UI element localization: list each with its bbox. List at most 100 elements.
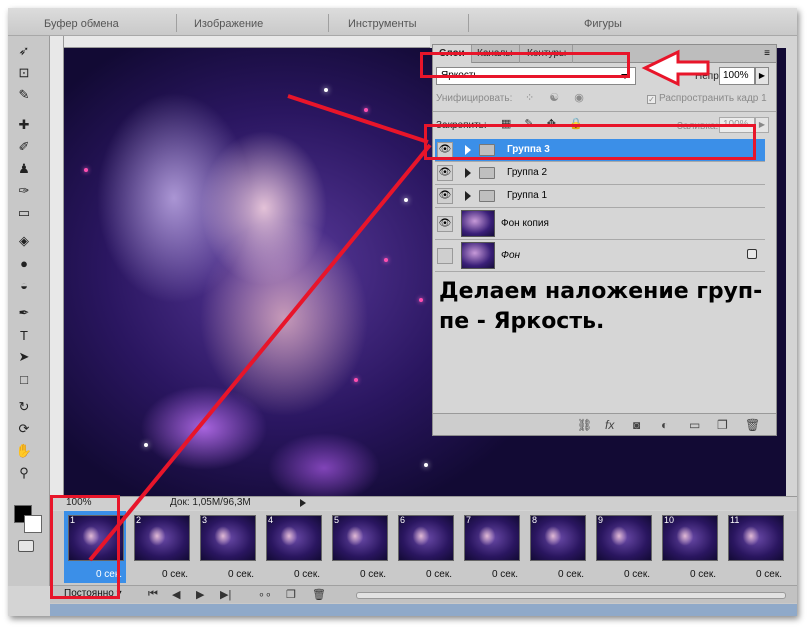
timeline-frame[interactable]: 8 0 сек. — [526, 511, 588, 583]
expand-triangle-icon[interactable] — [465, 168, 471, 178]
unify-icons[interactable]: ⁘ ☯ ◉ — [525, 91, 590, 104]
tween-icon[interactable]: ∘∘ — [258, 588, 272, 601]
layer-row-background-copy[interactable]: 👁 Фон копия — [435, 208, 765, 240]
sparkle — [84, 168, 88, 172]
crop-tool-icon[interactable]: ⊡ — [14, 64, 34, 82]
fill-slider-button[interactable]: ▶ — [755, 117, 769, 133]
new-layer-icon[interactable]: ❐ — [717, 418, 728, 432]
document-size: Док: 1,05M/96,3M — [170, 497, 251, 508]
sparkle — [419, 298, 423, 302]
eye-icon[interactable]: 👁 — [437, 165, 453, 181]
type-tool-icon[interactable]: T — [14, 326, 34, 344]
sparkle — [404, 198, 408, 202]
opacity-label: Непр — [695, 71, 719, 82]
eyedropper-tool-icon[interactable]: ✎ — [14, 86, 34, 104]
next-frame-icon[interactable]: ▶| — [220, 588, 231, 601]
shape-tool-icon[interactable]: □ — [14, 370, 34, 388]
frame-duration[interactable]: 0 сек. — [426, 569, 452, 580]
layer-name: Группа 2 — [507, 167, 548, 178]
eye-icon[interactable]: 👁 — [437, 188, 453, 204]
status-menu-arrow-icon[interactable] — [300, 499, 306, 507]
brush-tool-icon[interactable]: ✐ — [14, 138, 34, 156]
frame-duration[interactable]: 0 сек. — [162, 569, 188, 580]
sparkle — [324, 88, 328, 92]
propagate-frame-checkbox[interactable]: ✓ Распространить кадр 1 — [647, 93, 767, 104]
frame-duration[interactable]: 0 сек. — [756, 569, 782, 580]
expand-triangle-icon[interactable] — [465, 191, 471, 201]
eye-icon[interactable]: 👁 — [437, 216, 453, 232]
layer-row-group-2[interactable]: 👁 Группа 2 — [435, 162, 765, 185]
opacity-input[interactable]: 100% — [719, 67, 755, 85]
prev-frame-icon[interactable]: ◀ — [172, 588, 180, 601]
timeline-frame[interactable]: 10 0 сек. — [658, 511, 720, 583]
annotation-box-frame-1 — [50, 495, 120, 599]
frame-thumbnail — [530, 515, 586, 561]
paint-bucket-icon[interactable]: ◈ — [14, 232, 34, 250]
blur-tool-icon[interactable]: ● — [14, 254, 34, 272]
panel-tools-label: Инструменты — [348, 18, 417, 30]
timeline-frame[interactable]: 7 0 сек. — [460, 511, 522, 583]
adjustment-icon[interactable]: ◐ — [661, 418, 668, 432]
trash-icon[interactable]: 🗑 — [312, 588, 326, 601]
timeline-frame[interactable]: 11 0 сек. — [724, 511, 786, 583]
hand-tool-icon[interactable]: ✋ — [14, 442, 34, 460]
frame-duration[interactable]: 0 сек. — [294, 569, 320, 580]
history-brush-icon[interactable]: ✑ — [14, 182, 34, 200]
sparkle — [384, 258, 388, 262]
unify-label: Унифицировать: — [436, 93, 513, 104]
frame-thumbnail — [200, 515, 256, 561]
timeline-scrollbar[interactable] — [356, 592, 786, 599]
3d-rotate-icon[interactable]: ↻ — [14, 398, 34, 416]
annotation-box-group-3 — [424, 124, 756, 160]
healing-tool-icon[interactable]: ✚ — [14, 116, 34, 134]
play-icon[interactable]: ▶ — [196, 588, 204, 601]
opacity-slider-button[interactable]: ▶ — [755, 67, 769, 85]
eye-off-icon[interactable] — [437, 248, 453, 264]
divider — [433, 111, 776, 112]
panel-clipboard-label: Буфер обмена — [44, 18, 119, 30]
frame-thumbnail — [134, 515, 190, 561]
folder-icon — [479, 167, 495, 179]
new-group-icon[interactable]: ▭ — [689, 418, 700, 432]
quick-mask-button[interactable] — [18, 540, 34, 552]
timeline-frame[interactable]: 9 0 сек. — [592, 511, 654, 583]
frame-duration[interactable]: 0 сек. — [690, 569, 716, 580]
frame-duration[interactable]: 0 сек. — [492, 569, 518, 580]
sparkle — [144, 443, 148, 447]
layer-row-group-1[interactable]: 👁 Группа 1 — [435, 185, 765, 208]
link-icon[interactable]: ⛓ — [577, 418, 592, 432]
frame-duration[interactable]: 0 сек. — [624, 569, 650, 580]
background-color-swatch[interactable] — [24, 515, 42, 533]
frame-number: 4 — [268, 515, 274, 525]
frame-duration[interactable]: 0 сек. — [228, 569, 254, 580]
layer-row-background[interactable]: Фон — [435, 240, 765, 272]
timeline-frame[interactable]: 2 0 сек. — [130, 511, 192, 583]
zoom-tool-icon[interactable]: ⚲ — [14, 464, 34, 482]
fx-icon[interactable]: fx — [605, 418, 614, 432]
timeline-frame[interactable]: 3 0 сек. — [196, 511, 258, 583]
frame-thumbnail — [464, 515, 520, 561]
first-frame-icon[interactable]: ⏮ — [148, 588, 158, 601]
frame-number: 5 — [334, 515, 340, 525]
duplicate-frame-icon[interactable]: ❐ — [286, 588, 296, 601]
pen-tool-icon[interactable]: ✒ — [14, 304, 34, 322]
timeline-frame[interactable]: 6 0 сек. — [394, 511, 456, 583]
path-select-icon[interactable]: ➤ — [14, 348, 34, 366]
trash-icon[interactable]: 🗑 — [745, 418, 760, 432]
dodge-tool-icon[interactable]: ◒ — [14, 276, 34, 294]
layers-panel-footer: ⛓ fx ◙ ◐ ▭ ❐ 🗑 — [433, 413, 776, 435]
3d-orbit-icon[interactable]: ⟳ — [14, 420, 34, 438]
eraser-tool-icon[interactable]: ▭ — [14, 204, 34, 222]
timeline-controls: Постоянно ▾ ⏮ ◀ ▶ ▶| ∘∘ ❐ 🗑 — [50, 585, 797, 603]
timeline-frame[interactable]: 5 0 сек. — [328, 511, 390, 583]
frame-duration[interactable]: 0 сек. — [360, 569, 386, 580]
panel-menu-icon[interactable]: ≡ — [764, 48, 770, 59]
mask-icon[interactable]: ◙ — [633, 418, 640, 432]
propagate-label: Распространить кадр 1 — [659, 93, 767, 104]
lasso-tool-icon[interactable]: ➶ — [14, 42, 34, 60]
frame-duration[interactable]: 0 сек. — [558, 569, 584, 580]
panel-separator — [328, 14, 329, 32]
stamp-tool-icon[interactable]: ♟ — [14, 160, 34, 178]
timeline-frame[interactable]: 4 0 сек. — [262, 511, 324, 583]
layers-panel: Слои Каналы Контуры ≡ Яркость Непр 100% … — [432, 44, 777, 436]
